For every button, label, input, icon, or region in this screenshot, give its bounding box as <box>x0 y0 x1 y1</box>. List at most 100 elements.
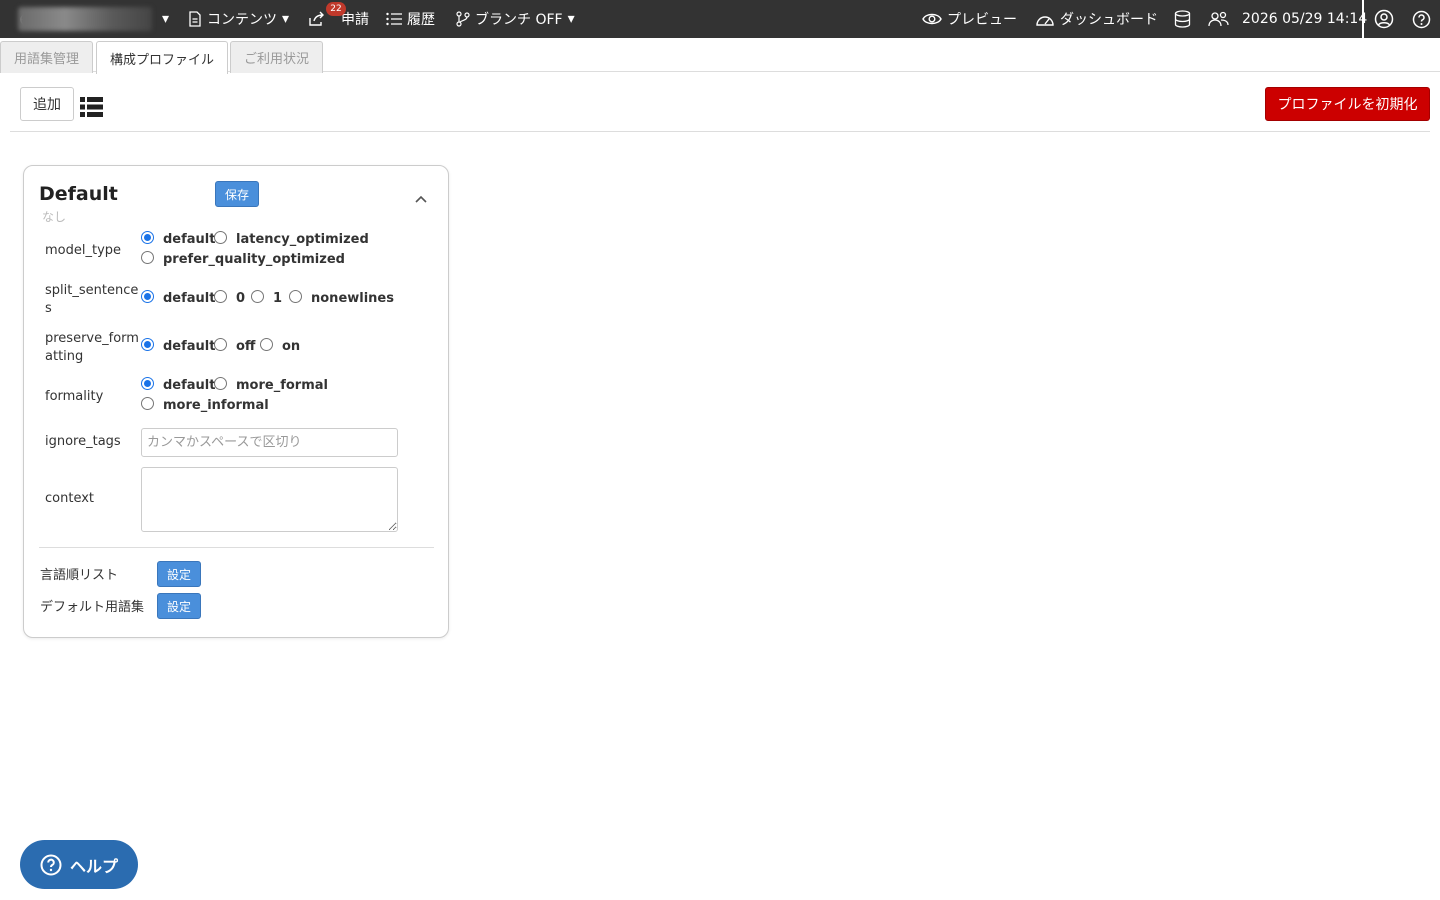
label-line: preserve_form <box>45 331 139 346</box>
gauge-icon <box>1036 16 1054 26</box>
model-type-option-prefer-quality-optimized[interactable]: prefer_quality_optimized <box>141 251 345 267</box>
context-textarea[interactable] <box>141 467 398 532</box>
preserve-formatting-option-on[interactable]: on <box>260 338 301 354</box>
label-line: split_sentence <box>45 283 139 298</box>
topbar-divider <box>1362 0 1364 38</box>
radio-button[interactable] <box>214 377 227 390</box>
context-label: context <box>45 491 94 506</box>
chevron-up-icon[interactable] <box>415 188 427 207</box>
users-icon <box>1208 11 1229 27</box>
language-order-label: 言語順リスト <box>40 568 119 583</box>
default-glossary-settings-button[interactable]: 設定 <box>157 593 201 619</box>
option-label: 0 <box>236 291 246 306</box>
split-sentences-option-1[interactable]: 1 <box>251 290 283 306</box>
dashboard-label: ダッシュボード <box>1060 12 1158 28</box>
preview-label: プレビュー <box>947 12 1017 28</box>
radio-button[interactable] <box>141 338 154 351</box>
formality-label: formality <box>45 389 104 404</box>
content-menu[interactable]: コンテンツ ▾ <box>188 0 289 38</box>
top-navigation-bar: ▾ コンテンツ ▾ 申請 22 履歴 ブランチ OFF ▾ プレビュー ダッシュ… <box>0 0 1440 38</box>
option-label: more_formal <box>236 378 328 393</box>
tab-configuration-profile[interactable]: 構成プロファイル <box>96 41 229 74</box>
option-label: off <box>236 339 256 354</box>
request-count-badge: 22 <box>326 2 346 16</box>
branch-menu[interactable]: ブランチ OFF ▾ <box>456 0 575 38</box>
formality-option-more-formal[interactable]: more_formal <box>214 377 328 393</box>
radio-button[interactable] <box>214 231 227 244</box>
preserve-formatting-option-off[interactable]: off <box>214 338 256 354</box>
history-menu[interactable]: 履歴 <box>386 0 435 38</box>
profile-subtitle: なし <box>42 210 67 224</box>
radio-button[interactable] <box>141 377 154 390</box>
help-label: ヘルプ <box>69 856 118 876</box>
split-sentences-option-0[interactable]: 0 <box>214 290 246 306</box>
reset-profile-button[interactable]: プロファイルを初期化 <box>1265 87 1430 121</box>
help-menu-button[interactable] <box>1412 0 1431 38</box>
dashboard-button[interactable]: ダッシュボード <box>1035 0 1158 38</box>
default-glossary-label: デフォルト用語集 <box>40 600 145 615</box>
document-icon <box>189 11 201 27</box>
tab-bar: 用語集管理 構成プロファイル ご利用状況 <box>0 38 1440 74</box>
model-type-option-latency-optimized[interactable]: latency_optimized <box>214 231 369 247</box>
chevron-down-icon: ▾ <box>567 11 575 27</box>
option-label: default <box>163 339 216 354</box>
users-button[interactable] <box>1208 0 1230 38</box>
branch-icon <box>456 11 470 27</box>
language-order-settings-button[interactable]: 設定 <box>157 561 201 587</box>
radio-button[interactable] <box>214 338 227 351</box>
radio-button[interactable] <box>141 397 154 410</box>
list-icon <box>386 12 402 26</box>
radio-button[interactable] <box>141 251 154 264</box>
database-button[interactable] <box>1174 0 1191 38</box>
tab-glossary-management[interactable]: 用語集管理 <box>0 41 94 73</box>
content-menu-label: コンテンツ <box>207 12 277 28</box>
model-type-option-default[interactable]: default <box>141 231 216 247</box>
preview-button[interactable]: プレビュー <box>922 0 1017 38</box>
option-label: prefer_quality_optimized <box>163 252 345 267</box>
radio-button[interactable] <box>141 290 154 303</box>
current-datetime: 2026 05/29 14:14 <box>1242 0 1367 38</box>
save-button[interactable]: 保存 <box>215 181 259 207</box>
option-label: more_informal <box>163 398 269 413</box>
option-label: on <box>282 339 301 354</box>
option-label: default <box>163 378 216 393</box>
chevron-down-icon: ▾ <box>282 11 290 27</box>
branch-menu-label: ブランチ OFF <box>475 12 563 28</box>
list-view-icon[interactable] <box>80 97 103 121</box>
option-label: latency_optimized <box>236 232 369 247</box>
database-icon <box>1174 10 1191 28</box>
user-circle-icon <box>1374 9 1394 29</box>
preserve-formatting-option-default[interactable]: default <box>141 338 216 354</box>
share-icon <box>309 11 324 26</box>
split-sentences-option-nonewlines[interactable]: nonewlines <box>289 290 394 306</box>
radio-button[interactable] <box>260 338 273 351</box>
site-logo-blurred[interactable] <box>18 7 152 31</box>
label-line: atting <box>45 349 84 364</box>
formality-option-more-informal[interactable]: more_informal <box>141 397 269 413</box>
radio-button[interactable] <box>289 290 302 303</box>
radio-button[interactable] <box>141 231 154 244</box>
account-button[interactable] <box>1374 0 1394 38</box>
model-type-label: model_type <box>45 243 122 258</box>
split-sentences-option-default[interactable]: default <box>141 290 216 306</box>
radio-button[interactable] <box>251 290 264 303</box>
formality-option-default[interactable]: default <box>141 377 216 393</box>
ignore-tags-label: ignore_tags <box>45 434 121 449</box>
add-button[interactable]: 追加 <box>20 87 74 121</box>
radio-button[interactable] <box>214 290 227 303</box>
eye-icon <box>922 13 942 25</box>
site-switcher-dropdown[interactable]: ▾ <box>162 0 169 38</box>
history-menu-label: 履歴 <box>407 12 435 28</box>
profile-title: Default <box>39 183 118 205</box>
question-circle-icon <box>1412 10 1431 28</box>
option-label: 1 <box>273 291 283 306</box>
help-button[interactable]: ヘルプ <box>20 840 138 889</box>
tab-usage-status[interactable]: ご利用状況 <box>230 41 324 73</box>
ignore-tags-input[interactable] <box>141 428 398 457</box>
preserve-formatting-label: preserve_form atting <box>45 330 139 366</box>
split-sentences-label: split_sentence s <box>45 282 138 318</box>
profile-card: Default なし 保存 model_type default latency… <box>23 165 449 638</box>
card-divider <box>39 547 434 548</box>
option-label: default <box>163 291 216 306</box>
option-label: default <box>163 232 216 247</box>
